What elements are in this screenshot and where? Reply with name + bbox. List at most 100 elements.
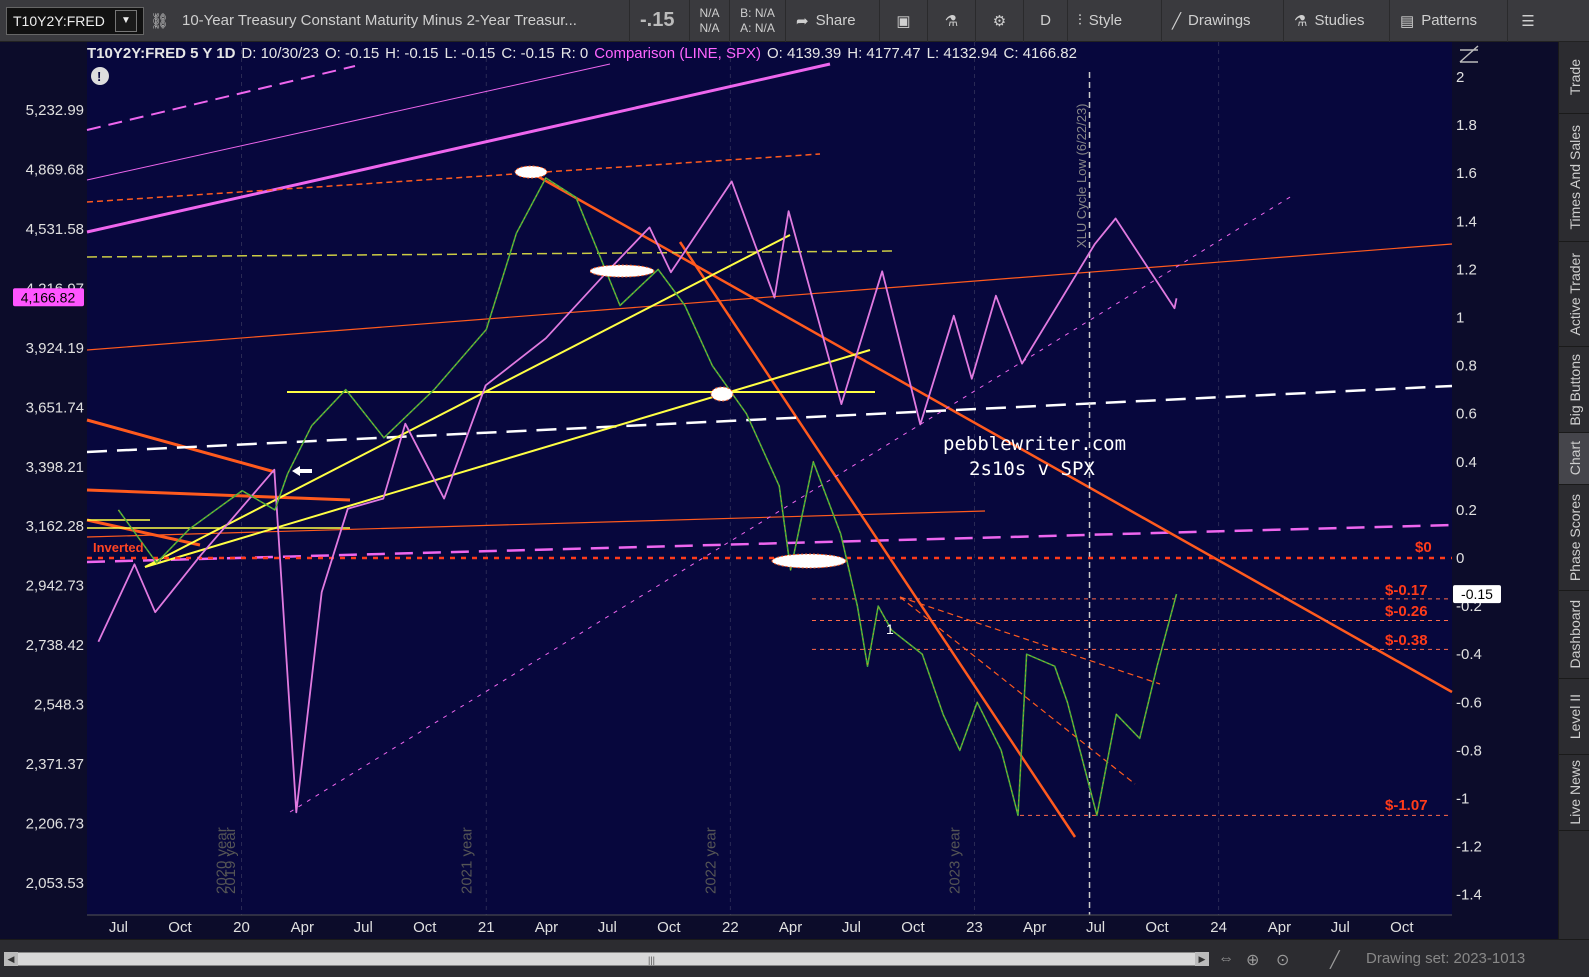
left-axis-tick: 2,548.3 <box>34 697 84 714</box>
right-side-tabs: Trade Times And Sales Active Trader Big But… <box>1558 42 1589 939</box>
style-button[interactable]: ⫶ Style <box>1068 0 1162 42</box>
left-axis-tick: 3,651.74 <box>26 399 84 416</box>
studies-button[interactable]: ⚗ Studies <box>1284 0 1390 42</box>
tab-label: Chart <box>1566 441 1583 476</box>
left-axis-tick: 4,531.58 <box>26 221 84 238</box>
info-close: C: -0.15 <box>501 44 555 62</box>
comparison-label: Comparison (LINE, SPX) <box>594 44 762 62</box>
bid-ask: B: N/A A: N/A <box>730 0 786 42</box>
right-axis-tick: 0.8 <box>1456 358 1477 375</box>
right-axis-tick: 1 <box>1456 310 1464 327</box>
cmp-open: O: 4139.39 <box>767 44 842 62</box>
scroll-grip-icon[interactable]: ||| <box>648 955 655 965</box>
crosshair-icon[interactable]: ⊕ <box>1246 950 1259 970</box>
info-open: O: -0.15 <box>324 44 380 62</box>
description-text: 10-Year Treasury Constant Maturity Minus… <box>182 12 577 29</box>
tab-level-ii[interactable]: Level II <box>1559 679 1589 755</box>
compare-icon[interactable]: ▣ <box>880 0 928 42</box>
level-1-label: $-0.17 <box>1385 582 1428 599</box>
tab-trade[interactable]: Trade <box>1559 42 1589 114</box>
x-axis-tick: 24 <box>1210 919 1227 936</box>
tab-phase-scores[interactable]: Phase Scores <box>1559 485 1589 591</box>
tab-times-and-sales[interactable]: Times And Sales <box>1559 114 1589 242</box>
pencil-icon: ╱ <box>1172 12 1182 30</box>
right-axis-tick: 0.2 <box>1456 502 1477 519</box>
expand-time-icon[interactable]: ⇔ <box>1218 950 1234 968</box>
chevron-down-icon[interactable]: ▼ <box>115 9 137 32</box>
x-axis-tick: Jul <box>1331 919 1350 936</box>
level-3-label: $-0.38 <box>1385 632 1428 649</box>
scroll-left-arrow[interactable]: ◀ <box>4 952 18 966</box>
level-2-label: $-0.26 <box>1385 603 1428 620</box>
drawings-button[interactable]: ╱ Drawings <box>1162 0 1284 42</box>
style-label: Style <box>1088 12 1123 29</box>
right-axis-tick: -0.4 <box>1456 646 1482 663</box>
tab-dashboard[interactable]: Dashboard <box>1559 591 1589 679</box>
x-axis-tick: Jul <box>1086 919 1105 936</box>
symbol-description: 10-Year Treasury Constant Maturity Minus… <box>172 0 630 42</box>
candles-icon: ⫶ <box>1078 12 1082 29</box>
change-info: N/A N/A <box>690 0 730 42</box>
top-toolbar: T10Y2Y:FRED ▼ ⛓ 10-Year Treasury Constan… <box>0 0 1589 42</box>
left-axis-tick: 2,942.73 <box>26 578 84 595</box>
x-axis-tick: Apr <box>291 919 314 936</box>
highlight-ellipse <box>771 553 847 569</box>
patterns-button[interactable]: ▤ Patterns <box>1390 0 1508 42</box>
price-chart[interactable]: 2019 year2020 year 2021 year 2022 year 2023… <box>0 42 1558 939</box>
tab-label: Times And Sales <box>1566 125 1583 230</box>
x-axis-tick: Oct <box>657 919 681 936</box>
x-axis-tick: 23 <box>966 919 983 936</box>
x-axis-tick: Oct <box>413 919 437 936</box>
right-current-label: -0.15 <box>1461 586 1493 602</box>
tab-active-trader[interactable]: Active Trader <box>1559 242 1589 347</box>
x-axis-tick: Apr <box>535 919 558 936</box>
chart-area[interactable]: 2019 year 2020 year 2021 year 2022 year 2023… <box>0 42 1558 939</box>
x-axis-tick: Apr <box>1023 919 1046 936</box>
year-marker-label: 2021 year <box>458 827 475 894</box>
change-na: N/A <box>699 5 720 20</box>
x-axis-tick: Jul <box>354 919 373 936</box>
left-axis-tick: 2,738.42 <box>26 637 84 654</box>
right-axis-tick: 2 <box>1456 69 1464 86</box>
level-zero-label: $0 <box>1415 539 1432 556</box>
tab-label: Live News <box>1566 760 1583 825</box>
cmp-close: C: 4166.82 <box>1003 44 1077 62</box>
x-axis-tick: Oct <box>1390 919 1414 936</box>
flask-icon[interactable]: ⚗ <box>928 0 976 42</box>
alert-icon-glyph: ! <box>97 69 101 84</box>
x-axis-tick: Oct <box>168 919 192 936</box>
menu-icon[interactable]: ☰ <box>1508 0 1548 42</box>
tab-big-buttons[interactable]: Big Buttons <box>1559 347 1589 433</box>
left-axis-tick: 3,924.19 <box>26 340 84 357</box>
left-axis-tick: 2,053.53 <box>26 875 84 892</box>
left-axis-tick: 2,206.73 <box>26 816 84 833</box>
right-axis-tick: 0.6 <box>1456 406 1477 423</box>
share-button[interactable]: ➦ Share <box>786 0 880 42</box>
right-axis-tick: 1.2 <box>1456 261 1477 278</box>
point-marker: 1 <box>886 621 894 637</box>
info-r: R: 0 <box>560 44 589 62</box>
xlu-cycle-label: XLU Cycle Low (6/22/23) <box>1074 103 1089 248</box>
patterns-icon: ▤ <box>1400 12 1415 30</box>
info-low: L: -0.15 <box>444 44 496 62</box>
scroll-right-arrow[interactable]: ▶ <box>1195 952 1209 966</box>
tab-label: Phase Scores <box>1566 493 1583 582</box>
tab-live-news[interactable]: Live News <box>1559 755 1589 831</box>
horizontal-scrollbar[interactable] <box>4 952 1209 966</box>
pct-na: N/A <box>699 20 720 35</box>
inverted-label: Inverted <box>93 540 144 555</box>
x-axis-tick: 20 <box>233 919 250 936</box>
symbol-selector[interactable]: T10Y2Y:FRED ▼ <box>6 6 144 35</box>
zoom-icon[interactable]: ⊙ <box>1276 950 1289 970</box>
last-price: -.15 <box>630 0 690 42</box>
link-icon[interactable]: ⛓ <box>144 0 172 42</box>
patterns-label: Patterns <box>1421 12 1478 29</box>
tab-chart[interactable]: Chart <box>1559 433 1589 485</box>
draw-line-icon[interactable]: ╱ <box>1330 950 1340 970</box>
drawing-set-selector[interactable]: Drawing set: 2023-1013 <box>1366 950 1525 967</box>
tab-label: Big Buttons <box>1566 353 1583 426</box>
gear-icon[interactable]: ⚙ <box>976 0 1024 42</box>
period-button[interactable]: D <box>1024 0 1068 42</box>
x-axis-tick: Apr <box>779 919 802 936</box>
highlight-ellipse <box>589 264 655 278</box>
